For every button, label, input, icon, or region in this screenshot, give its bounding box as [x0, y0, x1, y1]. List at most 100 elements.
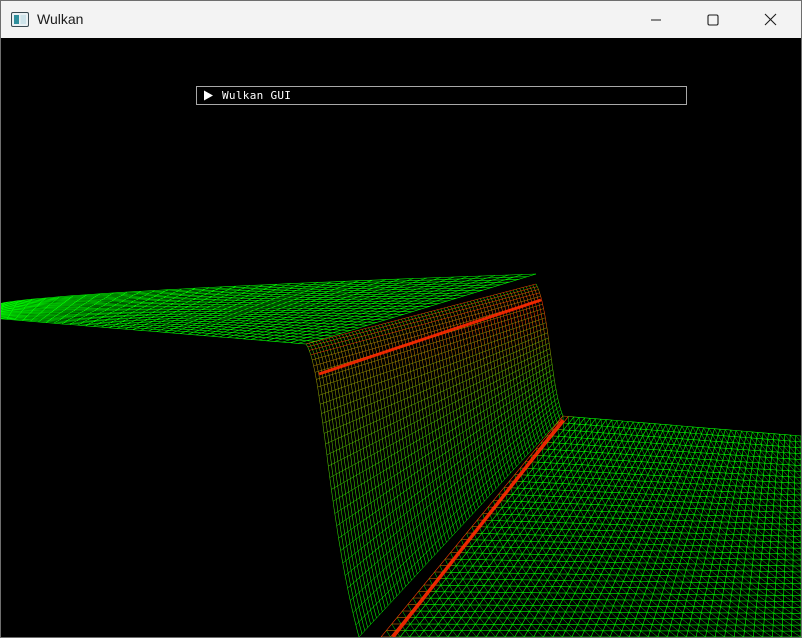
mesh-line	[441, 350, 443, 354]
mesh-line	[336, 422, 338, 429]
mesh-line	[168, 288, 182, 290]
mesh-line	[463, 385, 465, 390]
mesh-line	[406, 529, 409, 536]
mesh-line	[356, 399, 358, 405]
mesh-line	[382, 597, 385, 604]
mesh-line	[522, 307, 524, 311]
mesh-line	[473, 310, 476, 313]
mesh-line	[438, 452, 440, 457]
mesh-line	[461, 402, 463, 407]
mesh-line	[365, 415, 367, 421]
close-button[interactable]	[747, 1, 793, 38]
mesh-line	[398, 384, 400, 389]
mesh-line	[527, 441, 530, 445]
mesh-line	[458, 471, 461, 476]
mesh-line	[506, 426, 508, 430]
mesh-line	[397, 354, 399, 358]
mesh-line	[448, 401, 450, 406]
mesh-line	[535, 442, 538, 445]
mesh-line	[516, 401, 518, 405]
mesh-line	[347, 408, 349, 413]
mesh-line	[418, 406, 420, 411]
mesh-line	[475, 351, 477, 355]
mesh-line	[480, 308, 482, 311]
mesh-line	[500, 430, 502, 435]
mesh-line	[427, 511, 430, 517]
mesh-line	[447, 397, 449, 402]
mesh-line	[419, 364, 421, 369]
mesh-line	[365, 371, 368, 375]
mesh-line	[486, 357, 488, 361]
mesh-line	[448, 469, 450, 475]
mesh-line	[477, 390, 479, 395]
mesh-line	[393, 394, 395, 400]
mesh-line	[349, 376, 351, 381]
mesh-line	[370, 343, 372, 347]
mesh-line	[430, 509, 433, 514]
mesh-line	[516, 311, 518, 315]
mesh-line	[319, 349, 321, 353]
mesh-line	[466, 358, 468, 362]
mesh-line	[502, 402, 504, 407]
mesh-line	[350, 454, 352, 461]
mesh-line	[368, 386, 370, 391]
mesh-line	[375, 337, 378, 340]
mesh-line	[448, 354, 450, 358]
mesh-line	[472, 333, 474, 337]
mesh-line	[474, 324, 476, 328]
mesh-line	[323, 428, 325, 434]
mesh-line	[367, 524, 369, 530]
mesh-line	[424, 476, 427, 482]
mesh-line	[241, 335, 251, 337]
mesh-line	[394, 558, 397, 565]
mesh-line	[509, 423, 511, 428]
mesh-line	[451, 318, 453, 321]
mesh-line	[510, 430, 512, 434]
mesh-line	[408, 430, 410, 436]
mesh-line	[426, 540, 429, 545]
mesh-line	[533, 433, 535, 436]
mesh-line	[383, 589, 386, 595]
mesh-line	[429, 537, 432, 542]
render-viewport[interactable]: Wulkan GUI	[1, 38, 801, 637]
mesh-line	[447, 535, 450, 540]
mesh-line	[401, 429, 403, 434]
mesh-line	[348, 412, 350, 418]
mesh-line	[402, 486, 404, 493]
mesh-line	[330, 405, 332, 410]
mesh-line	[347, 381, 349, 386]
mesh-line	[510, 426, 512, 431]
mesh-line	[399, 529, 402, 536]
mesh-line	[497, 308, 500, 311]
title-bar[interactable]: Wulkan	[1, 1, 801, 38]
minimize-button[interactable]	[633, 1, 679, 38]
mesh-line	[380, 378, 382, 383]
mesh-line	[409, 575, 412, 581]
mesh-line	[492, 401, 494, 406]
mesh-line	[463, 339, 465, 343]
maximize-button[interactable]	[690, 1, 736, 38]
mesh-line	[459, 357, 461, 361]
mesh-line	[393, 475, 396, 482]
mesh-line	[456, 409, 458, 414]
mesh-line	[342, 374, 344, 379]
mesh-line	[440, 392, 442, 397]
mesh-line	[380, 478, 382, 484]
mesh-line	[478, 313, 480, 316]
mesh-line	[450, 421, 453, 426]
mesh-line	[391, 455, 393, 461]
mesh-line	[376, 536, 378, 543]
mesh-line	[352, 421, 354, 427]
mesh-line	[346, 566, 349, 574]
mesh-line	[536, 430, 538, 433]
mesh-line	[495, 396, 497, 401]
mesh-line	[535, 410, 537, 414]
mesh-line	[489, 463, 491, 467]
mesh-line	[357, 530, 360, 537]
mesh-line	[456, 311, 458, 314]
mesh-line	[412, 386, 414, 392]
mesh-line	[375, 411, 377, 417]
mesh-line	[416, 421, 419, 426]
mesh-line	[308, 350, 311, 353]
mesh-line	[469, 386, 471, 391]
